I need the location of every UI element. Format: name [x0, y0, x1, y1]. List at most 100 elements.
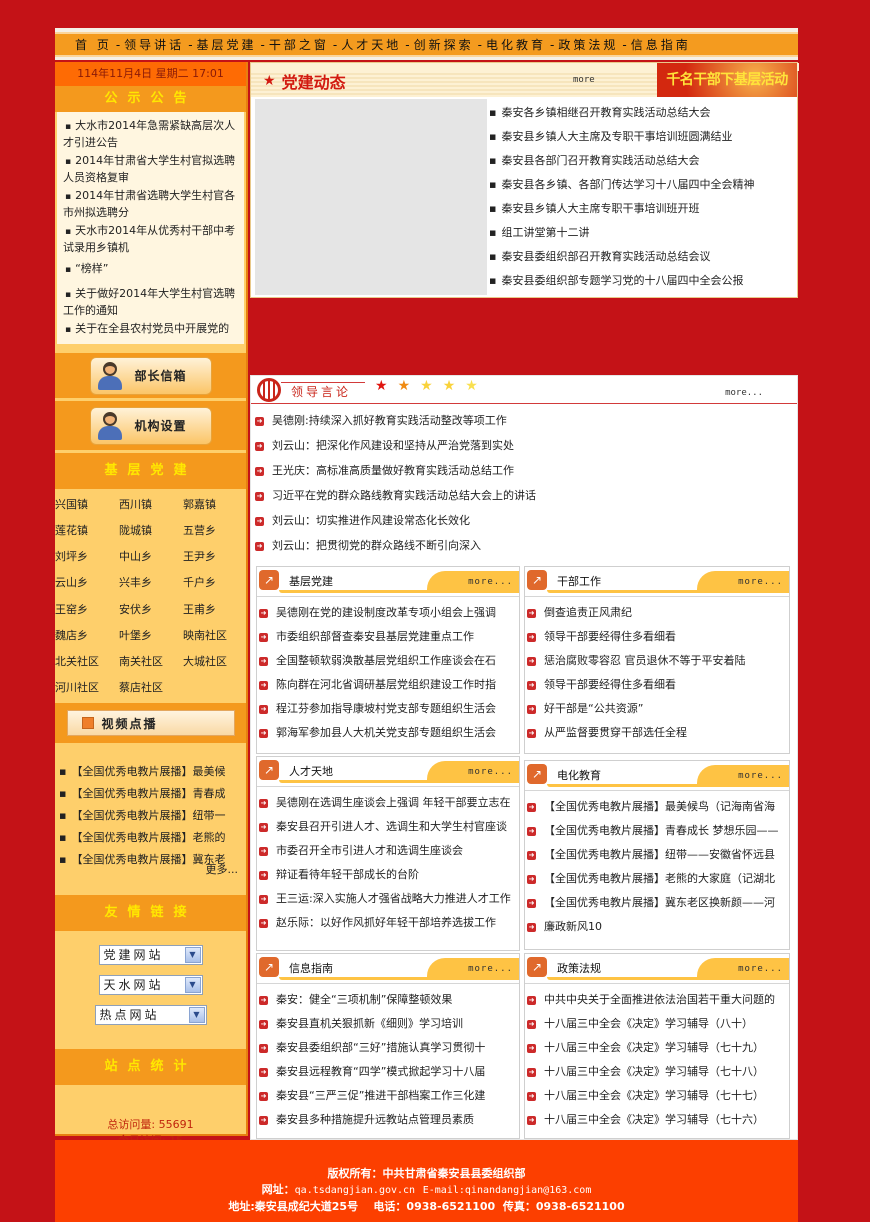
news-item[interactable]: 秦安各乡镇相继召开教育实践活动总结大会 [489, 101, 795, 125]
notice-item[interactable]: 大水市2014年急需紧缺高层次人才引进公告 [63, 118, 240, 150]
box-more-link[interactable]: more... [738, 771, 783, 781]
town-link[interactable]: 魏店乡 [55, 628, 119, 647]
town-link[interactable]: 刘坪乡 [55, 549, 119, 568]
video-item[interactable]: 【全国优秀电教片展播】老熊的 [59, 827, 242, 849]
tianshui-sites-select[interactable]: 天水网站 ▼ [98, 975, 203, 995]
town-link[interactable]: 陇城镇 [119, 523, 183, 542]
town-link[interactable]: 南关社区 [119, 654, 183, 673]
box-list-item[interactable]: ➜ 秦安县“三严三促”推进干部档案工作三化建 [259, 1084, 517, 1108]
notice-item[interactable]: “榜样” [63, 261, 240, 278]
notice-item[interactable]: 天水市2014年从优秀村干部中考试录用乡镇机 [63, 223, 240, 255]
video-item[interactable]: 【全国优秀电教片展播】最美候 [59, 761, 242, 783]
nav-item-info-guide[interactable]: 信息指南 [631, 36, 691, 53]
box-title[interactable]: 基层党建 [289, 573, 333, 589]
town-link[interactable]: 千户乡 [183, 575, 247, 594]
box-list-item[interactable]: ➜ 领导干部要经得住多看细看 [527, 673, 787, 697]
box-list-item[interactable]: ➜ 秦安县多种措施提升远教站点管理员素质 [259, 1108, 517, 1132]
box-more-link[interactable]: more... [468, 964, 513, 974]
box-list-item[interactable]: ➜ 惩治腐败零容忍 官员退休不等于平安着陆 [527, 649, 787, 673]
news-item[interactable]: 秦安县乡镇人大主席及专职干事培训班圆满结业 [489, 125, 795, 149]
town-link[interactable]: 兴国镇 [55, 497, 119, 516]
box-more-link[interactable]: more... [468, 767, 513, 777]
box-more-link[interactable]: more... [738, 964, 783, 974]
party-news-more-link[interactable]: more [573, 75, 595, 85]
box-list-item[interactable]: ➜ 陈向群在河北省调研基层党组织建设工作时指 [259, 673, 517, 697]
news-item[interactable]: 秦安县乡镇人大主席专职干事培训班开班 [489, 197, 795, 221]
party-sites-select[interactable]: 党建网站 ▼ [98, 945, 203, 965]
nav-item-grassroots[interactable]: 基层党建 [197, 36, 257, 53]
town-link[interactable]: 北关社区 [55, 654, 119, 673]
box-list-item[interactable]: ➜ 倒查追责正风肃纪 [527, 601, 787, 625]
nav-item-innovation[interactable]: 创新探索 [414, 36, 474, 53]
box-title[interactable]: 电化教育 [557, 767, 601, 783]
speech-item[interactable]: ➜ 刘云山：把贯彻党的群众路线不断引向深入 [255, 533, 797, 558]
box-title[interactable]: 信息指南 [289, 960, 333, 976]
news-item[interactable]: 秦安县各乡镇、各部门传达学习十八届四中全会精神 [489, 173, 795, 197]
box-list-item[interactable]: ➜ 辩证看待年轻干部成长的台阶 [259, 863, 517, 887]
town-link[interactable]: 安伏乡 [119, 602, 183, 621]
town-link[interactable]: 兴丰乡 [119, 575, 183, 594]
box-title[interactable]: 政策法规 [557, 960, 601, 976]
box-list-item[interactable]: ➜ 吴德刚在党的建设制度改革专项小组会上强调 [259, 601, 517, 625]
notice-item[interactable]: 2014年甘肃省大学生村官拟选聘人员资格复审 [63, 153, 240, 185]
box-list-item[interactable]: ➜ 领导干部要经得住多看细看 [527, 625, 787, 649]
box-list-item[interactable]: ➜ 十八届三中全会《决定》学习辅导（七十七） [527, 1084, 787, 1108]
town-link[interactable]: 五营乡 [183, 523, 247, 542]
box-list-item[interactable]: ➜ 秦安县远程教育“四学”模式掀起学习十八届 [259, 1060, 517, 1084]
town-link[interactable]: 王窑乡 [55, 602, 119, 621]
box-list-item[interactable]: ➜ 好干部是“公共资源” [527, 697, 787, 721]
box-list-item[interactable]: ➜ 王三运:深入实施人才强省战略大力推进人才工作 [259, 887, 517, 911]
email-link[interactable]: qinandangjian@163.com [465, 1185, 591, 1196]
town-link[interactable]: 莲花镇 [55, 523, 119, 542]
box-list-item[interactable]: ➜ 【全国优秀电教片展播】纽带——安徽省怀远县 [527, 843, 787, 867]
box-more-link[interactable]: more... [738, 577, 783, 587]
notice-item[interactable]: 关于做好2014年大学生村官选聘工作的通知 [63, 286, 240, 318]
news-item[interactable]: 秦安县委组织部专题学习党的十八届四中全会公报 [489, 269, 795, 293]
box-list-item[interactable]: ➜ 【全国优秀电教片展播】最美候鸟（记海南省海 [527, 795, 787, 819]
box-title[interactable]: 人才天地 [289, 763, 333, 779]
notice-item[interactable]: 2014年甘肃省选聘大学生村官各市州拟选聘分 [63, 188, 240, 220]
video-item[interactable]: 【全国优秀电教片展播】纽带一 [59, 805, 242, 827]
minister-mailbox-button[interactable]: 部长信箱 [89, 356, 212, 395]
box-list-item[interactable]: ➜ 市委召开全市引进人才和选调生座谈会 [259, 839, 517, 863]
box-list-item[interactable]: ➜ 【全国优秀电教片展播】老熊的大家庭（记湖北 [527, 867, 787, 891]
box-list-item[interactable]: ➜ 秦安县委组织部“三好”措施认真学习贯彻十 [259, 1036, 517, 1060]
box-list-item[interactable]: ➜ 秦安县直机关狠抓新《细则》学习培训 [259, 1012, 517, 1036]
town-link[interactable]: 王甫乡 [183, 602, 247, 621]
box-list-item[interactable]: ➜ 全国整顿软弱涣散基层党组织工作座谈会在石 [259, 649, 517, 673]
box-list-item[interactable]: ➜ 从严监督要贯穿干部选任全程 [527, 721, 787, 745]
nav-item-policy[interactable]: 政策法规 [558, 36, 618, 53]
leader-more-link[interactable]: more... [725, 388, 763, 398]
org-structure-button[interactable]: 机构设置 [89, 406, 212, 445]
speech-item[interactable]: ➜ 刘云山：把深化作风建设和坚持从严治党落到实处 [255, 433, 797, 458]
box-list-item[interactable]: ➜ 程江芬参加指导康坡村党支部专题组织生活会 [259, 697, 517, 721]
website-link[interactable]: qa.tsdangjian.gov.cn [295, 1185, 415, 1196]
box-list-item[interactable]: ➜ 【全国优秀电教片展播】青春成长 梦想乐园—— [527, 819, 787, 843]
news-item[interactable]: 组工讲堂第十二讲 [489, 221, 795, 245]
town-link[interactable]: 中山乡 [119, 549, 183, 568]
nav-item-e-education[interactable]: 电化教育 [486, 36, 546, 53]
news-item[interactable]: 秦安县委组织部召开教育实践活动总结会议 [489, 245, 795, 269]
town-link[interactable]: 西川镇 [119, 497, 183, 516]
box-list-item[interactable]: ➜ 十八届三中全会《决定》学习辅导（七十九） [527, 1036, 787, 1060]
town-link[interactable]: 蔡店社区 [119, 680, 183, 699]
speech-item[interactable]: ➜ 王光庆：高标准高质量做好教育实践活动总结工作 [255, 458, 797, 483]
nav-item-cadre-window[interactable]: 干部之窗 [269, 36, 329, 53]
box-list-item[interactable]: ➜ 市委组织部督查秦安县基层党建重点工作 [259, 625, 517, 649]
video-on-demand-button[interactable]: 视频点播 [66, 710, 235, 736]
video-more-link[interactable]: 更多... [206, 859, 239, 881]
town-link[interactable]: 郭嘉镇 [183, 497, 247, 516]
town-link[interactable]: 河川社区 [55, 680, 119, 699]
box-list-item[interactable]: ➜ 十八届三中全会《决定》学习辅导（七十八） [527, 1060, 787, 1084]
box-list-item[interactable]: ➜ 廉政新风10 [527, 915, 787, 939]
town-link[interactable]: 大城社区 [183, 654, 247, 673]
news-item[interactable]: 秦安县各部门召开教育实践活动总结大会 [489, 149, 795, 173]
box-title[interactable]: 干部工作 [557, 573, 601, 589]
town-link[interactable]: 映南社区 [183, 628, 247, 647]
box-list-item[interactable]: ➜ 中共中央关于全面推进依法治国若干重大问题的 [527, 988, 787, 1012]
nav-item-talent[interactable]: 人才天地 [341, 36, 401, 53]
speech-item[interactable]: ➜ 吴德刚:持续深入抓好教育实践活动整改等项工作 [255, 408, 797, 433]
speech-item[interactable]: ➜ 习近平在党的群众路线教育实践活动总结大会上的讲话 [255, 483, 797, 508]
box-list-item[interactable]: ➜ 十八届三中全会《决定》学习辅导（八十） [527, 1012, 787, 1036]
box-list-item[interactable]: ➜ 吴德刚在选调生座谈会上强调 年轻干部要立志在 [259, 791, 517, 815]
